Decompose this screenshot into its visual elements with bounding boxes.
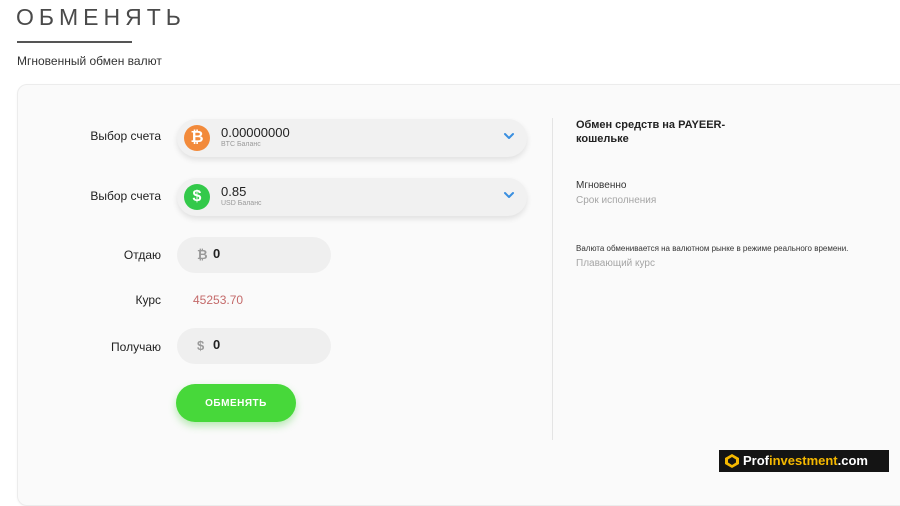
rate-value: 45253.70 xyxy=(193,293,244,307)
watermark-text-prefix: Prof xyxy=(743,453,769,468)
chevron-down-icon[interactable] xyxy=(503,131,515,141)
bitcoin-icon: ₿ xyxy=(184,125,210,151)
get-amount-field[interactable]: $ xyxy=(177,328,331,364)
give-amount-field[interactable]: ₿ xyxy=(177,237,331,273)
page-subtitle: Мгновенный обмен валют xyxy=(17,54,162,68)
page-title: ОБМЕНЯТЬ xyxy=(16,4,186,30)
chevron-down-icon[interactable] xyxy=(503,190,515,200)
rate-label: Курс xyxy=(135,293,161,307)
account-select-btc-sub: BTC Баланс xyxy=(221,141,261,148)
watermark-text-suffix: .com xyxy=(837,453,868,468)
info-speed-label: Срок исполнения xyxy=(576,195,657,206)
profinvestment-logo-icon xyxy=(725,454,739,468)
give-amount-input[interactable] xyxy=(211,245,315,262)
account-select-btc-value: 0.00000000 xyxy=(221,125,290,140)
account-select-usd[interactable]: $ 0.85 USD Баланс xyxy=(177,178,527,216)
dollar-icon: $ xyxy=(184,184,210,210)
info-speed-value: Мгновенно xyxy=(576,180,627,191)
info-rate-desc: Валюта обменивается на валютном рынке в … xyxy=(576,244,849,253)
info-rate-type: Плавающий курс xyxy=(576,258,655,269)
get-label: Получаю xyxy=(111,340,161,354)
account-select-usd-sub: USD Баланс xyxy=(221,200,262,207)
account-select-usd-value: 0.85 xyxy=(221,184,247,199)
exchange-button[interactable]: ОБМЕНЯТЬ xyxy=(176,384,296,422)
dollar-icon: $ xyxy=(197,338,205,353)
info-title: Обмен средств на PAYEER-кошельке xyxy=(576,119,726,145)
account-label-2: Выбор счета xyxy=(90,189,161,203)
watermark-badge: Profinvestment.com xyxy=(719,450,889,472)
vertical-divider xyxy=(552,118,553,440)
get-amount-input[interactable] xyxy=(211,336,315,353)
bitcoin-icon: ₿ xyxy=(197,247,208,262)
account-label-1: Выбор счета xyxy=(90,129,161,143)
account-select-btc[interactable]: ₿ 0.00000000 BTC Баланс xyxy=(177,119,527,157)
watermark-text-accent: investment xyxy=(769,453,838,468)
give-label: Отдаю xyxy=(123,248,161,262)
title-underline xyxy=(17,41,132,43)
